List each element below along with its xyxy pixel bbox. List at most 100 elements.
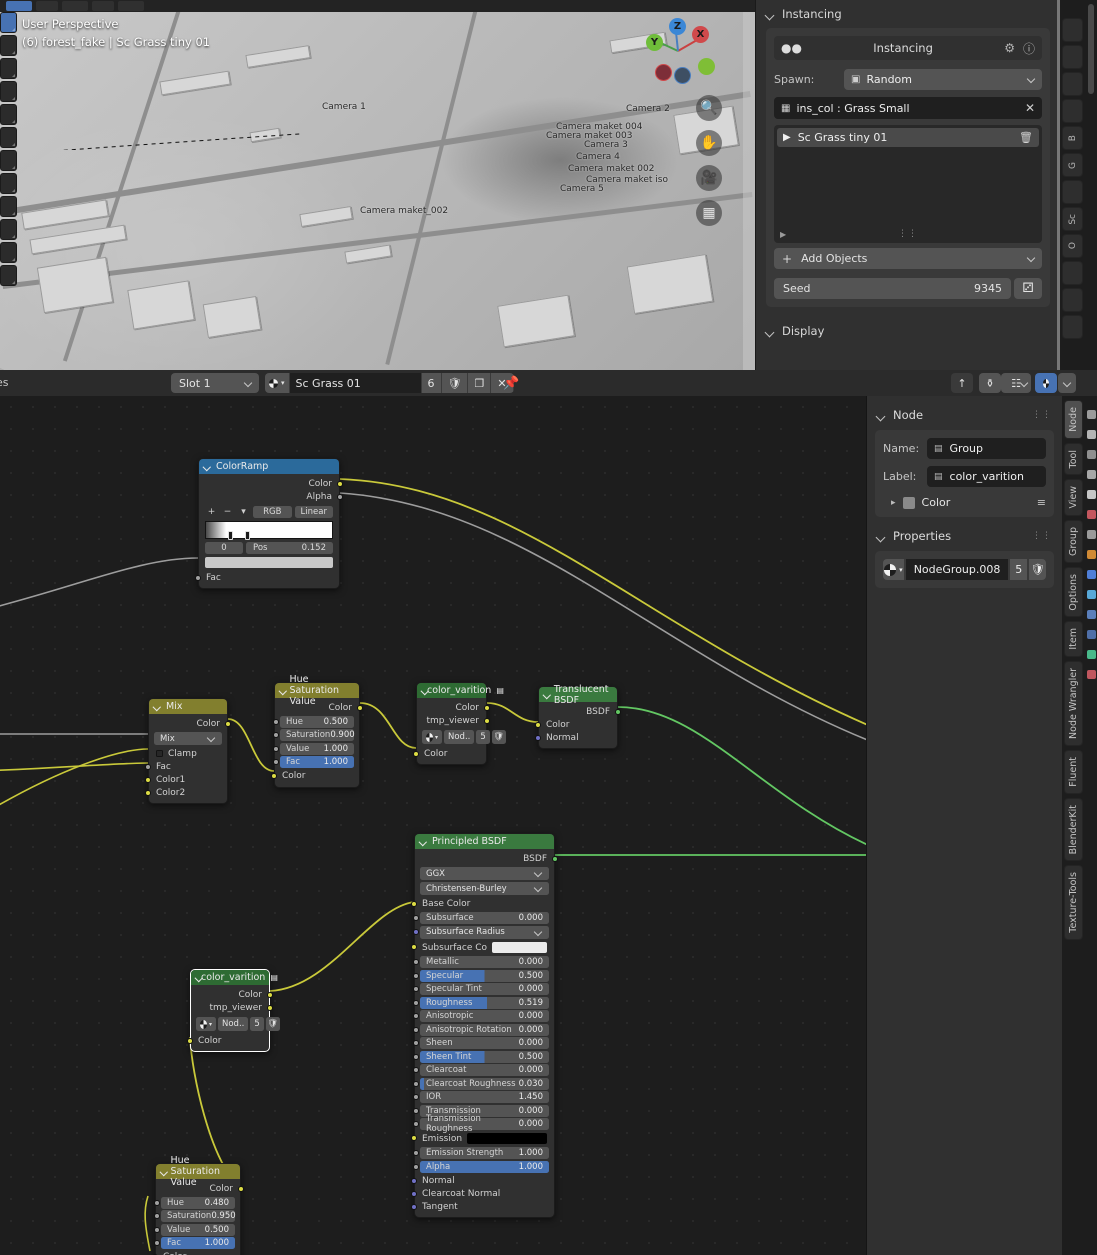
tool-move[interactable] (0, 58, 17, 79)
socket-color-out[interactable] (337, 480, 343, 487)
magnet-red-icon[interactable] (1086, 510, 1096, 519)
tool-add-cube[interactable] (0, 196, 17, 217)
prop-specular[interactable]: Specular 0.500 (413, 969, 549, 982)
interpolation-dropdown[interactable]: Linear (294, 506, 333, 518)
box-icon[interactable] (1086, 430, 1096, 439)
color-mode-dropdown[interactable]: RGB (253, 506, 292, 518)
viewport-menu-strip[interactable] (0, 0, 755, 12)
socket-transmission-in[interactable] (413, 1107, 419, 1114)
prop-clearcoat-roughness[interactable]: Clearcoat Roughness 0.030 (413, 1077, 549, 1090)
node-output-color[interactable]: Color (149, 717, 231, 730)
socket-anisotropic-in[interactable] (413, 1013, 419, 1019)
properties-tab-rail[interactable]: B G Sc O (1060, 0, 1085, 370)
socket-bsdf-out[interactable] (552, 855, 558, 862)
prop-sheen-tint[interactable]: Sheen Tint 0.500 (413, 1050, 549, 1063)
socket-color-out[interactable] (484, 704, 490, 711)
node-output-bsdf[interactable]: BSDF (539, 705, 621, 718)
zoom-icon[interactable]: 🔍 (696, 95, 722, 121)
menu-view[interactable] (36, 1, 58, 11)
socket-color-in[interactable] (271, 773, 277, 779)
prop-subsurface[interactable]: Subsurface 0.000 (413, 911, 549, 924)
node-input-color1[interactable]: Color1 (145, 773, 227, 786)
prop-specular-tint[interactable]: Specular Tint 0.000 (413, 983, 549, 995)
tab-fluent[interactable]: Fluent (1063, 749, 1083, 794)
tool-cursor[interactable] (0, 35, 17, 56)
nodegroup-browse-icon[interactable]: ▾ (883, 559, 904, 580)
instance-object-list[interactable]: ▶ Sc Grass tiny 01 🗑 ▶ ⋮⋮ (774, 125, 1042, 243)
stack-icon[interactable] (1086, 470, 1096, 479)
viewport-toolbar[interactable] (0, 12, 18, 288)
properties-tab-extra[interactable] (1062, 180, 1083, 204)
tool-annotate[interactable] (0, 150, 17, 171)
socket-normal-in[interactable] (411, 1177, 417, 1184)
checkbox-icon[interactable] (156, 750, 163, 757)
nodegroup-users[interactable]: 5 (1010, 559, 1028, 580)
add-objects-button[interactable]: + Add Objects (774, 248, 1042, 269)
bounds-icon[interactable] (1086, 550, 1096, 559)
node-header[interactable]: Hue Saturation Value (156, 1155, 240, 1188)
list-item[interactable]: ▶ Sc Grass tiny 01 🗑 (777, 128, 1039, 147)
node-output-tmp-viewer[interactable]: tmp_viewer (417, 714, 490, 727)
node-name-field[interactable]: ▤ Group (927, 438, 1046, 459)
pin-icon[interactable]: 📌 (503, 376, 519, 391)
tool-transform[interactable] (0, 127, 17, 148)
shader-node-editor[interactable]: es Slot 1 ▾ Sc Grass 01 6 🛡 ❐ ✕ 📌 ↑ ⚱ ☷ … (0, 370, 1097, 1255)
properties-tab-physics[interactable] (1062, 315, 1083, 339)
socket-clearcoat-normal-in[interactable] (411, 1190, 417, 1197)
socket-color-out[interactable] (238, 1185, 244, 1192)
socket-value-in[interactable] (154, 1226, 160, 1233)
instancing-section-header[interactable]: Instancing (756, 0, 1060, 28)
node-input-color[interactable]: Color (152, 1251, 240, 1255)
node-hue-saturation-value-top[interactable]: Hue Saturation Value Color Hue 0.500 Satu… (271, 674, 363, 788)
group-name[interactable]: Nod.. (444, 730, 475, 744)
node-input-fac[interactable]: Fac (195, 571, 339, 584)
socket-specular-tint-in[interactable] (413, 986, 419, 992)
node-input-color[interactable]: Color (271, 770, 359, 783)
ramp-stop[interactable] (228, 531, 233, 540)
tab-blenderkit[interactable]: BlenderKit (1063, 797, 1083, 862)
drag-dots-icon[interactable]: ⋮⋮ (1032, 410, 1052, 420)
prop-value[interactable]: Value 0.500 (154, 1223, 235, 1236)
node-mix[interactable]: Mix Color Mix Clamp Fac Color1 Color2 (145, 698, 231, 804)
socket-subsurface-in[interactable] (413, 914, 419, 921)
tool-measure[interactable] (0, 173, 17, 194)
help-icon[interactable]: ⓘ (1023, 40, 1035, 57)
socket-value-in[interactable] (273, 745, 279, 752)
menu-object[interactable] (118, 1, 144, 11)
pin-blue-icon[interactable] (1086, 590, 1096, 599)
prop-sheen[interactable]: Sheen 0.000 (413, 1037, 549, 1049)
tab-node[interactable]: Node (1063, 400, 1083, 439)
sphere-red-icon[interactable] (1086, 670, 1096, 679)
shield-icon[interactable]: 🛡 (441, 373, 469, 393)
socket-saturation-in[interactable] (154, 1213, 160, 1219)
socket-color1-in[interactable] (145, 776, 151, 783)
node-header[interactable]: color_varition ▤ (417, 683, 504, 698)
overlay-dropdown[interactable] (1058, 373, 1076, 393)
node-output-alpha[interactable]: Alpha (199, 490, 343, 503)
tab-options[interactable]: Options (1063, 566, 1083, 618)
gizmo-axis-z[interactable]: Z (669, 18, 686, 35)
node-input-normal[interactable]: Normal (411, 1174, 554, 1187)
socket-specular-in[interactable] (413, 972, 419, 979)
dice-icon[interactable]: ⚂ (1014, 278, 1042, 299)
grid-icon[interactable]: ▦ (696, 200, 722, 226)
navigation-gizmo[interactable]: Z Y X (641, 14, 715, 88)
node-output-color[interactable]: Color (156, 1182, 244, 1195)
tool-extra-2[interactable] (0, 242, 17, 263)
group-users[interactable]: 5 (476, 730, 490, 744)
properties-tab-b[interactable]: B (1062, 126, 1083, 150)
node-input-color[interactable]: Color (535, 718, 617, 731)
socket-fac-in[interactable] (154, 1240, 160, 1246)
node-sidebar-panel[interactable]: Node ⋮⋮ Name: ▤ Group Label: ▤ color_var… (866, 396, 1062, 1255)
group-edit-icon[interactable]: ▤ (270, 973, 278, 982)
magnet-icon[interactable]: ⚱ (979, 373, 1001, 393)
socket-metallic-in[interactable] (413, 959, 419, 965)
socket-base-color-in[interactable] (411, 900, 417, 907)
node-header[interactable]: Hue Saturation Value (275, 674, 359, 707)
properties-tab-particles[interactable] (1062, 288, 1083, 312)
gizmo-axis-neg-x[interactable] (655, 64, 672, 81)
ramp-color-swatch[interactable] (205, 557, 333, 568)
group-id-block[interactable]: ▾ Nod.. 5 🛡 (196, 1017, 280, 1031)
node-color-swatch[interactable] (902, 496, 915, 509)
close-icon[interactable]: ✕ (1025, 101, 1035, 115)
